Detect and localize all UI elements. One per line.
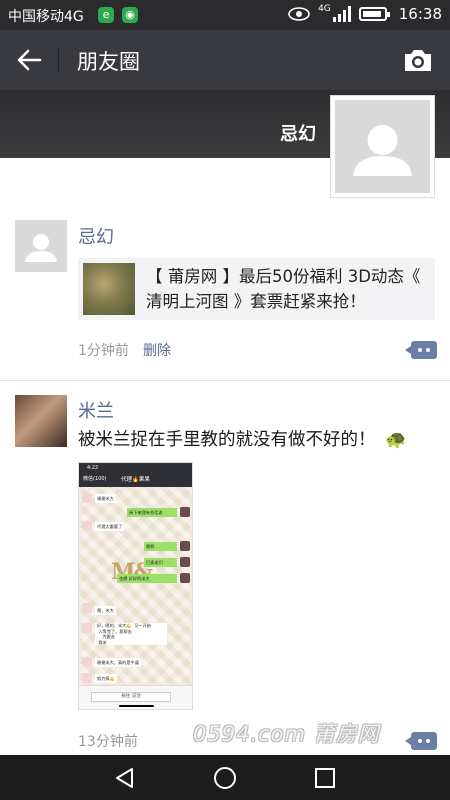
title-separator bbox=[58, 48, 59, 72]
shot-message: 谢谢米大 bbox=[95, 494, 116, 503]
site-watermark: 0594.com 莆房网 bbox=[193, 722, 380, 746]
shot-message: 嗯啊 bbox=[144, 542, 177, 551]
shot-voice-button: 按住 说话 bbox=[91, 692, 171, 702]
back-arrow-icon[interactable] bbox=[14, 45, 44, 75]
shot-avatar bbox=[82, 521, 92, 531]
shot-home-indicator bbox=[119, 705, 154, 707]
status-bar: 中国移动4G e ◉ 4G 16:38 bbox=[0, 0, 450, 30]
post-author[interactable]: 忌幻 bbox=[78, 223, 114, 249]
cover-avatar[interactable] bbox=[330, 95, 435, 198]
shot-status-time: 4:22 bbox=[87, 465, 99, 471]
status-time: 16:38 bbox=[398, 5, 442, 23]
shot-avatar bbox=[82, 657, 92, 667]
shot-chat-title: 代理🔥果果 bbox=[121, 477, 150, 483]
shot-chat-background bbox=[79, 487, 192, 687]
shot-message: 打麦老们 bbox=[144, 558, 177, 567]
shot-input-bar: 按住 说话 bbox=[79, 685, 192, 709]
nav-recent-icon[interactable] bbox=[310, 763, 340, 793]
status-right: 4G 16:38 bbox=[288, 4, 442, 23]
network-type: 4G bbox=[318, 4, 331, 14]
cover-user-name: 忌幻 bbox=[280, 124, 316, 145]
shot-header: 4:22 微信(100) 代理🔥果果 bbox=[79, 463, 192, 487]
avatar[interactable] bbox=[15, 395, 67, 447]
shot-message: 努力搞💪 bbox=[95, 674, 117, 683]
post-time: 1分钟前 bbox=[78, 343, 129, 359]
shot-avatar bbox=[180, 507, 190, 517]
shot-avatar bbox=[180, 573, 190, 583]
post-time: 13分钟前 bbox=[78, 734, 138, 750]
post-author[interactable]: 米兰 bbox=[78, 397, 114, 423]
shot-message: 也想 好好的米大 bbox=[117, 574, 177, 583]
nav-home-icon[interactable] bbox=[210, 763, 240, 793]
page-title: 朋友圈 bbox=[77, 50, 140, 74]
shot-message: 谢谢米大，真的是牛逼 bbox=[95, 658, 141, 667]
delete-link[interactable]: 删除 bbox=[143, 340, 171, 360]
avatar[interactable] bbox=[15, 220, 67, 272]
link-title: 【 莆房网 】最后50份福利 3D动态《 清明上河图 》套票赶紧来抢！ bbox=[146, 267, 421, 311]
default-avatar-icon bbox=[353, 125, 412, 176]
shot-avatar bbox=[82, 623, 92, 633]
post-divider bbox=[0, 380, 450, 381]
shot-message: 好，嗯的，米大💪 又一开始 入等完了，我帮去 为跟去 我米 bbox=[95, 623, 167, 645]
wechat-bubble-icon: ◉ bbox=[122, 7, 138, 23]
carrier-label: 中国移动4G bbox=[8, 9, 84, 25]
eye-icon bbox=[288, 7, 310, 21]
post-text: 被米兰捉在手里教的就没有做不好的！ 🐢 bbox=[78, 426, 407, 451]
shot-avatar bbox=[82, 493, 92, 503]
post-text-content: 被米兰捉在手里教的就没有做不好的！ bbox=[78, 430, 376, 450]
navigation-bar bbox=[0, 755, 450, 800]
nav-back-icon[interactable] bbox=[110, 763, 140, 793]
comment-icon[interactable] bbox=[405, 341, 437, 359]
shot-message: 代理太重要了 bbox=[95, 522, 125, 531]
shot-back-label: 微信(100) bbox=[83, 476, 107, 482]
battery-icon bbox=[358, 7, 390, 21]
e-app-icon: e bbox=[98, 7, 114, 23]
shot-message: 嗯，米大 bbox=[95, 606, 116, 615]
signal-icon bbox=[332, 6, 351, 22]
chat-screenshot-image[interactable]: 4:22 微信(100) 代理🔥果果 M& 谢谢米大 接下来我有些话说 代理太重… bbox=[78, 462, 193, 710]
title-bar: 朋友圈 bbox=[0, 30, 450, 90]
default-avatar-icon bbox=[25, 234, 57, 262]
shot-avatar bbox=[180, 557, 190, 567]
shot-avatar bbox=[82, 603, 92, 613]
shot-message: 接下来我有些话说 bbox=[127, 508, 177, 517]
camera-icon[interactable] bbox=[402, 45, 434, 75]
shot-avatar bbox=[82, 673, 92, 683]
link-card[interactable]: 【 莆房网 】最后50份福利 3D动态《 清明上河图 》套票赶紧来抢！ bbox=[78, 258, 435, 320]
turtle-emoji: 🐢 bbox=[385, 430, 407, 450]
comment-icon[interactable] bbox=[405, 732, 437, 750]
link-thumbnail bbox=[83, 263, 135, 315]
shot-avatar bbox=[180, 541, 190, 551]
